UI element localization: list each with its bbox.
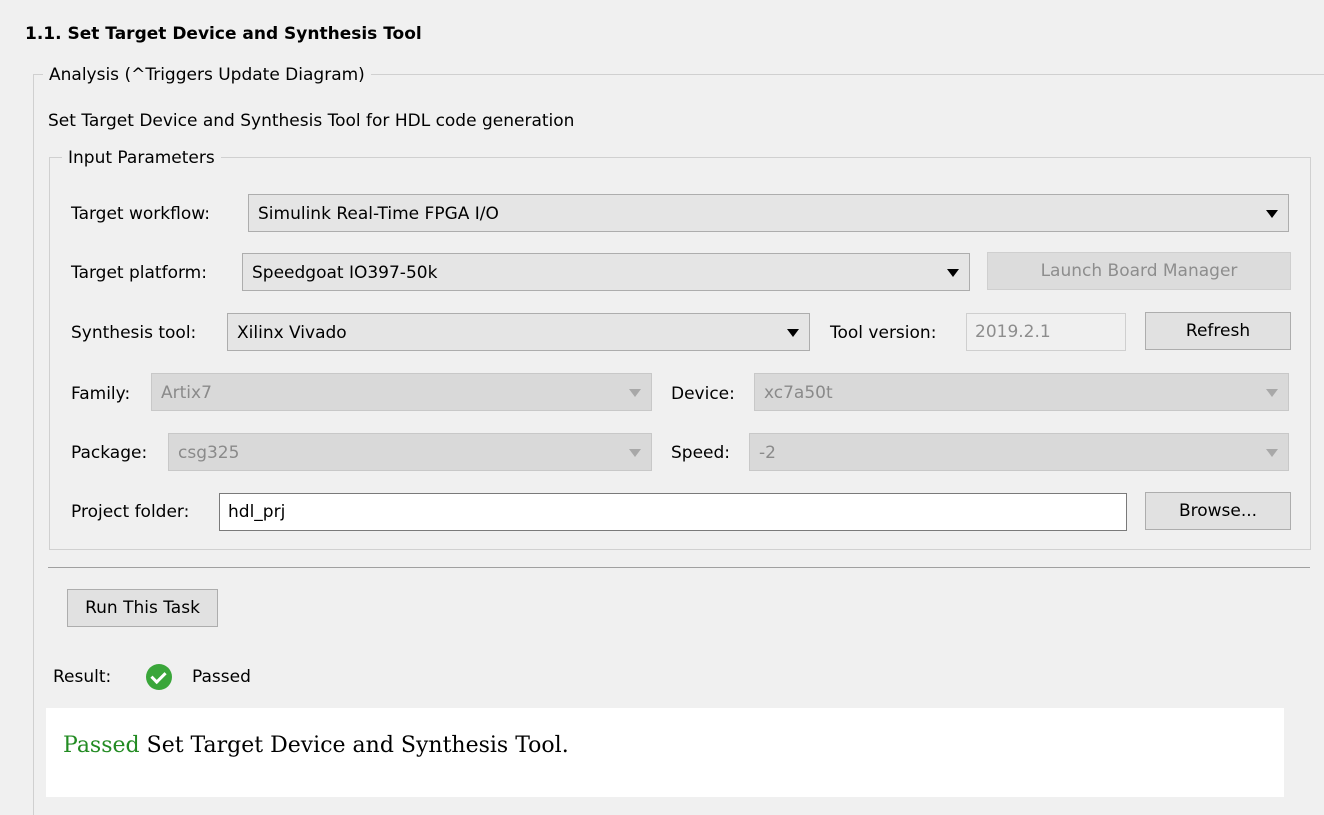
family-dropdown[interactable]: Artix7 (151, 373, 652, 411)
target-platform-dropdown[interactable]: Speedgoat IO397-50k (242, 253, 970, 291)
result-message-text: Set Target Device and Synthesis Tool. (146, 733, 569, 758)
refresh-button[interactable]: Refresh (1145, 312, 1291, 350)
chevron-down-icon (629, 449, 641, 457)
result-label: Result: (53, 667, 112, 687)
family-value: Artix7 (161, 383, 212, 403)
chevron-down-icon (629, 389, 641, 397)
chevron-down-icon (1266, 210, 1278, 218)
separator-line (48, 567, 1310, 568)
chevron-down-icon (787, 329, 799, 337)
run-this-task-button[interactable]: Run This Task (67, 589, 218, 627)
speed-dropdown[interactable]: -2 (749, 433, 1289, 471)
synthesis-tool-value: Xilinx Vivado (237, 323, 347, 343)
result-message: Passed Set Target Device and Synthesis T… (63, 733, 569, 758)
page-title: 1.1. Set Target Device and Synthesis Too… (25, 24, 422, 44)
result-message-panel: Passed Set Target Device and Synthesis T… (46, 708, 1284, 797)
input-parameters-legend: Input Parameters (62, 148, 221, 168)
speed-label: Speed: (671, 443, 731, 463)
package-value: csg325 (178, 443, 240, 463)
synthesis-tool-dropdown[interactable]: Xilinx Vivado (227, 313, 810, 351)
target-platform-label: Target platform: (71, 263, 207, 283)
synthesis-tool-label: Synthesis tool: (71, 323, 197, 343)
target-workflow-label: Target workflow: (71, 204, 210, 224)
tool-version-field[interactable] (966, 313, 1126, 351)
project-folder-field[interactable] (219, 493, 1127, 531)
result-status: Passed (192, 667, 251, 687)
target-workflow-value: Simulink Real-Time FPGA I/O (258, 204, 499, 224)
tool-version-label: Tool version: (830, 323, 937, 343)
device-dropdown[interactable]: xc7a50t (754, 373, 1289, 411)
analysis-description: Set Target Device and Synthesis Tool for… (48, 111, 575, 131)
target-workflow-dropdown[interactable]: Simulink Real-Time FPGA I/O (248, 194, 1289, 232)
browse-button[interactable]: Browse... (1145, 492, 1291, 530)
family-label: Family: (71, 384, 131, 404)
project-folder-label: Project folder: (71, 502, 190, 522)
device-label: Device: (671, 384, 735, 404)
analysis-legend: Analysis (^Triggers Update Diagram) (43, 65, 371, 85)
chevron-down-icon (1266, 449, 1278, 457)
speed-value: -2 (759, 443, 776, 463)
chevron-down-icon (947, 269, 959, 277)
package-dropdown[interactable]: csg325 (168, 433, 652, 471)
result-message-status: Passed (63, 733, 140, 758)
chevron-down-icon (1266, 389, 1278, 397)
target-platform-value: Speedgoat IO397-50k (252, 263, 438, 283)
package-label: Package: (71, 443, 148, 463)
check-circle-icon (146, 664, 172, 690)
launch-board-manager-button[interactable]: Launch Board Manager (987, 252, 1291, 290)
device-value: xc7a50t (764, 383, 833, 403)
